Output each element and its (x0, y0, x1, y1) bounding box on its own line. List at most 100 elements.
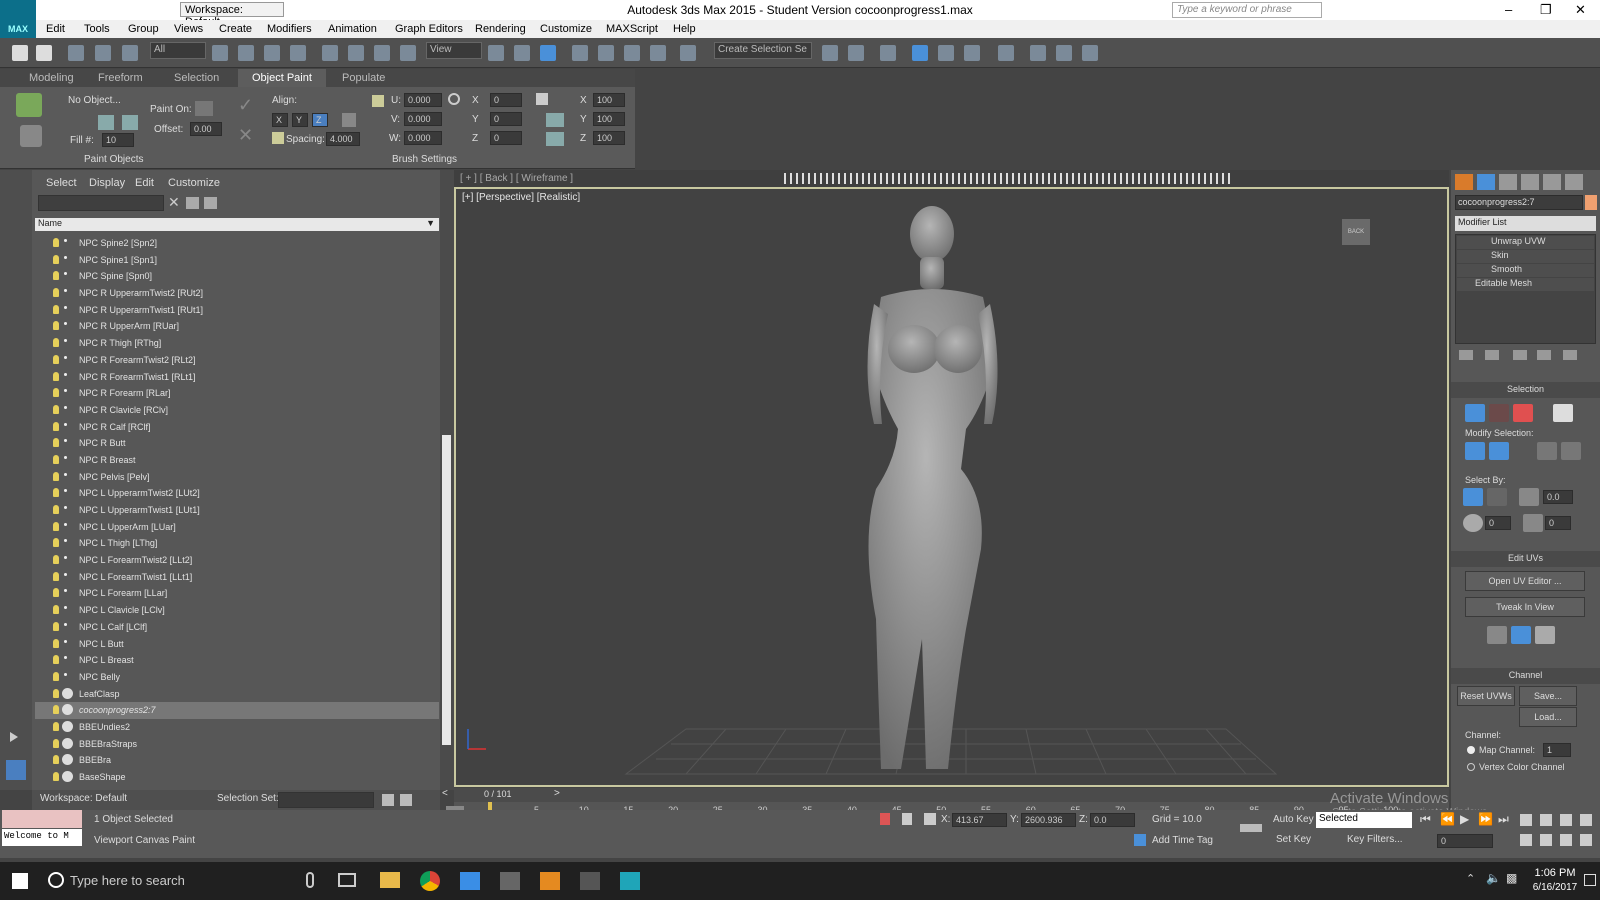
planar-angle-icon[interactable] (1519, 488, 1539, 506)
visibility-bulb-icon[interactable] (53, 271, 59, 281)
ring-selection-icon[interactable] (1561, 442, 1581, 460)
restore-icon[interactable]: ❐ (1540, 2, 1552, 18)
reset-uvws-button[interactable]: Reset UVWs (1457, 686, 1515, 706)
explorer-row[interactable]: NPC R ForearmTwist2 [RLt2] (35, 352, 439, 369)
stack-item-unwrap-uvw[interactable]: Unwrap UVW (1457, 236, 1594, 249)
menu-graph-editors[interactable]: Graph Editors (395, 23, 463, 35)
goto-end-icon[interactable]: ⏭ (1498, 812, 1509, 827)
edit-uvs-rollout-header[interactable]: Edit UVs (1451, 551, 1600, 567)
explorer-workspace-dropdown[interactable]: Workspace: Default (40, 793, 127, 804)
explorer-row[interactable]: NPC R Thigh [RThg] (35, 335, 439, 352)
make-unique-icon[interactable] (1513, 350, 1527, 360)
isolate-selection-icon[interactable] (880, 813, 890, 825)
explorer-menu-display[interactable]: Display (89, 177, 125, 189)
prev-frame-icon[interactable]: ⏪ (1440, 812, 1455, 826)
explorer-row[interactable]: NPC Spine [Spn0] (35, 268, 439, 285)
zoom-all-icon[interactable] (1540, 814, 1552, 826)
visibility-bulb-icon[interactable] (53, 371, 59, 381)
tab-object-paint[interactable]: Object Paint (238, 69, 326, 87)
visibility-bulb-icon[interactable] (53, 721, 59, 731)
visibility-bulb-icon[interactable] (53, 488, 59, 498)
fill-spinner[interactable]: 10 (102, 133, 134, 147)
snaps-toggle-icon[interactable] (572, 45, 588, 61)
unlink-icon[interactable] (95, 45, 111, 61)
microphone-icon[interactable] (306, 872, 314, 888)
perspective-viewport[interactable]: [+] [Perspective] [Realistic] BACK (454, 187, 1449, 787)
explorer-row[interactable]: BBEUndies2 (35, 719, 439, 736)
field-of-view-icon[interactable] (1520, 834, 1532, 846)
scale-icon[interactable] (374, 45, 390, 61)
render-setup-icon[interactable] (1030, 45, 1046, 61)
explorer-search-input[interactable] (38, 195, 164, 211)
remove-modifier-icon[interactable] (1537, 350, 1551, 360)
spacing-toggle-icon[interactable] (272, 132, 284, 144)
taskbar-search-input[interactable]: Type here to search (70, 873, 185, 888)
align-icon[interactable] (848, 45, 864, 61)
object-name-field[interactable]: cocoonprogress2:7 (1455, 195, 1583, 210)
align-dropdown[interactable]: Align: (272, 95, 297, 106)
explorer-row[interactable]: NPC R UpperarmTwist2 [RUt2] (35, 285, 439, 302)
visibility-bulb-icon[interactable] (53, 755, 59, 765)
visibility-bulb-icon[interactable] (53, 655, 59, 665)
explorer-row[interactable]: NPC L Thigh [LThg] (35, 535, 439, 552)
offset-spinner[interactable]: 0.00 (190, 122, 222, 136)
explorer-toggle-icon[interactable] (6, 760, 26, 780)
time-prev-icon[interactable]: < (442, 788, 448, 799)
visibility-bulb-icon[interactable] (53, 438, 59, 448)
planar-angle-spinner[interactable]: 0.0 (1543, 490, 1573, 504)
select-manipulate-icon[interactable] (514, 45, 530, 61)
explorer-row[interactable]: NPC L ForearmTwist1 [LLt1] (35, 569, 439, 586)
explorer-row[interactable]: NPC L UpperarmTwist1 [LUt1] (35, 502, 439, 519)
app-icon-1[interactable] (500, 872, 520, 890)
explorer-row[interactable]: NPC L Forearm [LLar] (35, 585, 439, 602)
explorer-row[interactable]: NPC L Butt (35, 636, 439, 653)
keyboard-shortcut-override-icon[interactable] (540, 45, 556, 61)
explorer-row[interactable]: NPC L Clavicle [LClv] (35, 602, 439, 619)
app-icon-3[interactable] (580, 872, 600, 890)
scene-explorer-icon[interactable] (880, 45, 896, 61)
tab-populate[interactable]: Populate (342, 72, 385, 84)
object-color-swatch[interactable] (1585, 195, 1597, 210)
menu-modifiers[interactable]: Modifiers (267, 23, 312, 35)
placement-icon[interactable] (400, 45, 416, 61)
maxscript-listener-mini[interactable] (2, 810, 82, 828)
minimize-icon[interactable]: – (1505, 2, 1512, 17)
explorer-row[interactable]: NPC R Clavicle [RClv] (35, 402, 439, 419)
edit-named-selection-icon[interactable] (680, 45, 696, 61)
material-id-spinner[interactable]: 0 (1545, 516, 1571, 530)
paint-bucket-icon[interactable] (20, 125, 42, 147)
angle-snap-icon[interactable] (598, 45, 614, 61)
file-explorer-icon[interactable] (380, 872, 400, 888)
menu-tools[interactable]: Tools (84, 23, 110, 35)
create-tab-icon[interactable] (1455, 174, 1473, 190)
filter-icon[interactable] (186, 197, 199, 209)
load-uvws-button[interactable]: Load... (1519, 707, 1577, 727)
play-icon[interactable]: ▶ (1460, 812, 1469, 826)
menu-animation[interactable]: Animation (328, 23, 377, 35)
show-map-gizmo-icon[interactable] (1535, 626, 1555, 644)
grow-selection-icon[interactable] (1465, 442, 1485, 460)
explorer-row[interactable]: BBEBra (35, 752, 439, 769)
app-logo[interactable]: MAX (0, 0, 36, 38)
tweak-in-view-button[interactable]: Tweak In View (1465, 597, 1585, 617)
time-next-icon[interactable]: > (554, 788, 560, 799)
modifier-list-dropdown[interactable]: Modifier List (1455, 216, 1596, 231)
cortana-icon[interactable] (48, 872, 64, 888)
zoom-icon[interactable] (1520, 814, 1532, 826)
visibility-bulb-icon[interactable] (53, 505, 59, 514)
w-spinner[interactable]: 0.000 (404, 131, 442, 145)
visibility-bulb-icon[interactable] (53, 471, 59, 481)
set-key-button[interactable]: Set Key (1276, 834, 1311, 845)
back-viewport-label[interactable]: [ + ] [ Back ] [ Wireframe ] (460, 173, 573, 184)
vertex-select-icon[interactable] (1465, 404, 1485, 422)
motion-tab-icon[interactable] (1521, 174, 1539, 190)
volume-icon[interactable]: 🔈 (1486, 871, 1501, 885)
pivot-center-icon[interactable] (488, 45, 504, 61)
rotate-z-spinner[interactable]: 0 (490, 131, 522, 145)
redo-icon[interactable] (36, 45, 52, 61)
explorer-row[interactable]: NPC R Breast (35, 452, 439, 469)
explorer-row[interactable]: NPC R Butt (35, 435, 439, 452)
visibility-bulb-icon[interactable] (53, 354, 59, 364)
visibility-bulb-icon[interactable] (53, 688, 59, 698)
explorer-row[interactable]: NPC L Calf [LClf] (35, 619, 439, 636)
